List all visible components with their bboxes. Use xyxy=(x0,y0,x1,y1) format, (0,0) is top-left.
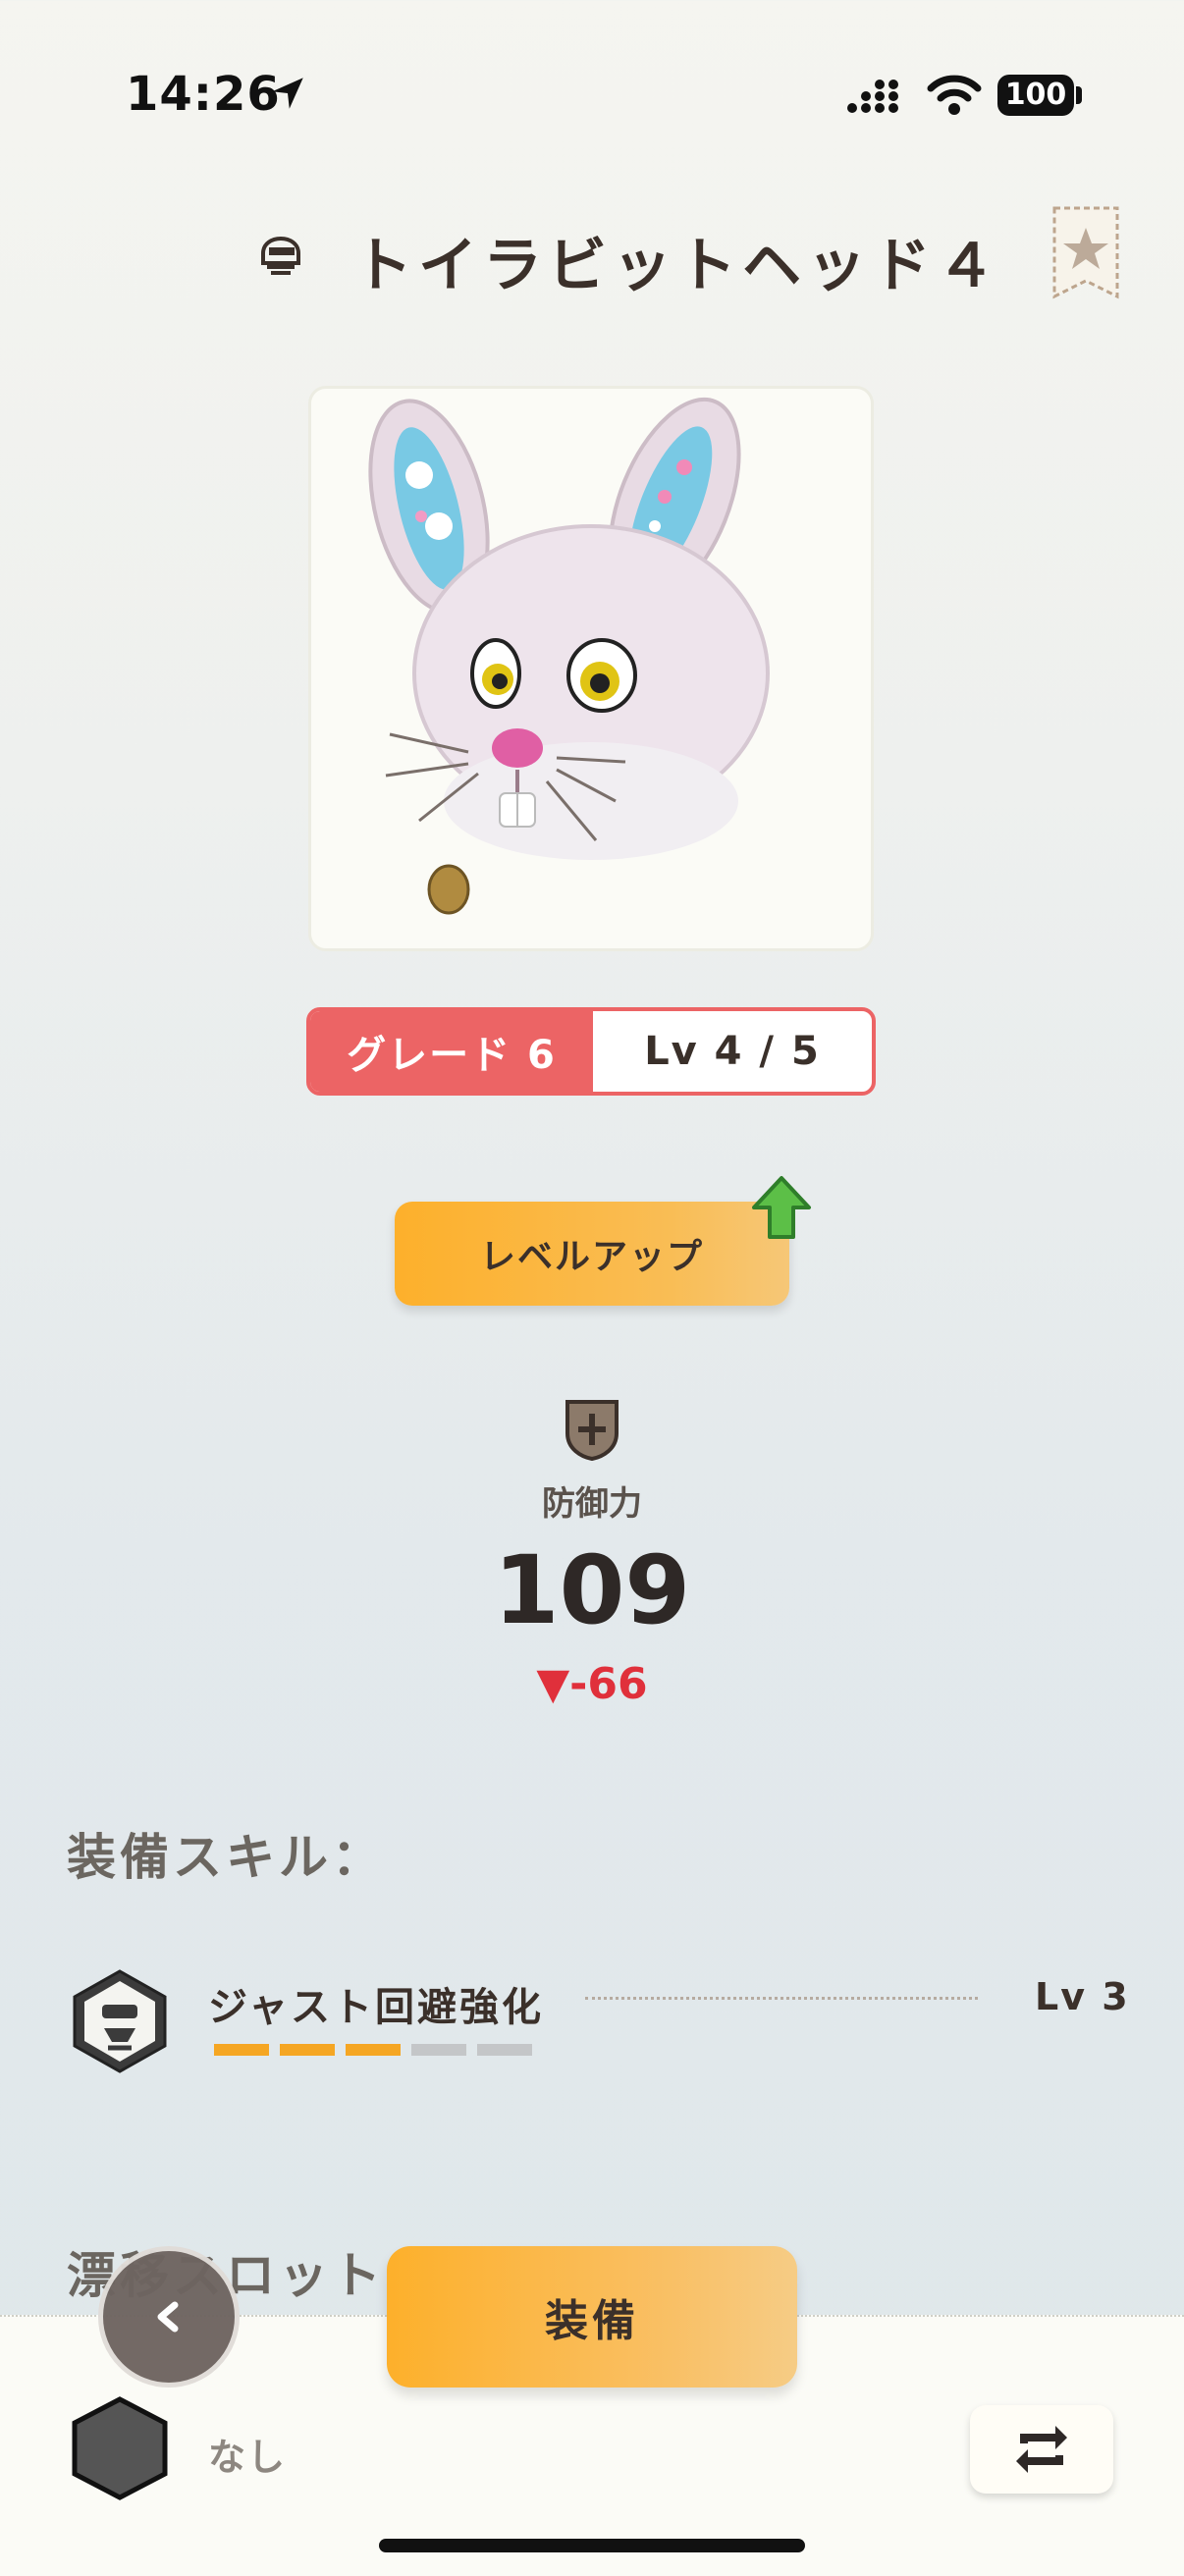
defense-difference: ▼-66 xyxy=(536,1659,648,1709)
skill-name: ジャスト回避強化 xyxy=(208,1985,544,2030)
level-label: Lv 4 / 5 xyxy=(644,1029,821,1074)
item-title: トイラビットヘッド４ xyxy=(353,232,1001,300)
rabbit-head-illustration xyxy=(368,397,770,915)
empty-slot-icon xyxy=(72,2396,168,2500)
battery-tip xyxy=(1076,86,1082,104)
back-button[interactable] xyxy=(98,2246,240,2388)
favorite-bookmark-button[interactable] xyxy=(1050,204,1121,300)
swap-button[interactable] xyxy=(970,2405,1113,2494)
status-time: 14:26 xyxy=(126,67,281,122)
home-indicator xyxy=(379,2539,805,2552)
skill-bar-segment xyxy=(214,2044,269,2056)
skill-bar-segment xyxy=(346,2044,401,2056)
skill-bar-segment xyxy=(477,2044,532,2056)
defense-value: 109 xyxy=(493,1535,691,1645)
skill-bar-segment xyxy=(280,2044,335,2056)
skill-level: Lv 3 xyxy=(1035,1975,1130,2018)
chevron-left-icon xyxy=(157,2301,179,2333)
equipped-skills-heading: 装備スキル： xyxy=(67,1829,385,1886)
location-arrow-icon xyxy=(272,78,303,109)
evade-skill-icon xyxy=(73,1969,167,2073)
level-up-button[interactable]: レベルアップ xyxy=(395,1202,789,1306)
equip-button[interactable]: 装備 xyxy=(387,2246,797,2388)
skill-leader-line xyxy=(585,1997,978,2000)
swap-icon xyxy=(1016,2426,1067,2473)
skill-bar-segment xyxy=(411,2044,466,2056)
defense-label: 防御力 xyxy=(542,1484,642,1524)
wifi-icon xyxy=(927,75,982,115)
cellular-signal-icon xyxy=(847,80,898,113)
drift-slot-value: なし xyxy=(208,2436,288,2479)
battery-indicator: 100 xyxy=(997,75,1074,116)
helmet-icon xyxy=(261,237,300,275)
upgrade-available-icon xyxy=(752,1176,811,1239)
item-portrait xyxy=(308,386,874,951)
grade-level-badge: グレード 6 Lv 4 / 5 xyxy=(306,1007,876,1096)
grade-label: グレード 6 xyxy=(310,1011,593,1092)
shield-plus-icon xyxy=(565,1400,619,1461)
